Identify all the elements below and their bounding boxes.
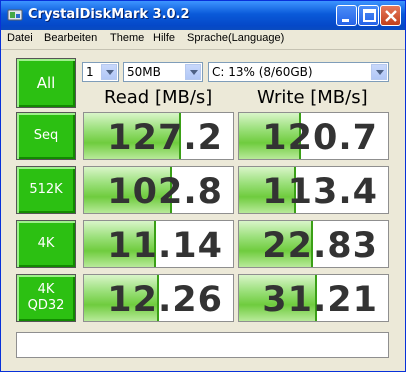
maximize-button[interactable]: [358, 5, 379, 26]
count-value: 1: [86, 65, 94, 79]
write-header: Write [MB/s]: [257, 87, 368, 108]
minimize-icon: [342, 19, 349, 22]
menu-sprache[interactable]: Sprache(Language): [187, 32, 284, 44]
4k-write-cell: 22.83: [238, 220, 389, 268]
4k-qd32-read-cell: 12.26: [83, 274, 234, 322]
seq-button[interactable]: Seq: [16, 112, 76, 160]
4k-read-cell: 11.14: [83, 220, 234, 268]
menu-bar: Datei Bearbeiten Theme Hilfe Sprache(Lan…: [1, 30, 405, 50]
close-button[interactable]: [380, 5, 401, 26]
512k-read-cell: 102.8: [83, 166, 234, 214]
chevron-down-icon[interactable]: [101, 64, 117, 80]
title-bar[interactable]: CrystalDiskMark 3.0.2: [1, 1, 405, 31]
minimize-button[interactable]: [336, 5, 357, 26]
4k-write-value: 22.83: [262, 226, 378, 266]
4k-qd32-read-value: 12.26: [107, 280, 223, 320]
count-select[interactable]: 1: [82, 62, 119, 82]
seq-read-value: 127.2: [107, 118, 223, 158]
drive-select[interactable]: C: 13% (8/60GB): [208, 62, 389, 82]
seq-read-cell: 127.2: [83, 112, 234, 160]
4k-qd32-write-cell: 31.21: [238, 274, 389, 322]
row-label: 512K: [29, 182, 63, 197]
seq-write-value: 120.7: [262, 118, 378, 158]
drive-value: C: 13% (8/60GB): [212, 65, 313, 79]
row-sublabel: QD32: [27, 298, 65, 313]
512k-button[interactable]: 512K: [16, 166, 76, 214]
4k-qd32-write-value: 31.21: [262, 280, 378, 320]
all-button[interactable]: All: [16, 58, 76, 108]
size-select[interactable]: 50MB: [123, 62, 203, 82]
seq-write-cell: 120.7: [238, 112, 389, 160]
4k-read-value: 11.14: [107, 226, 223, 266]
menu-hilfe[interactable]: Hilfe: [153, 32, 175, 44]
menu-theme[interactable]: Theme: [110, 32, 144, 44]
window-title: CrystalDiskMark 3.0.2: [28, 7, 190, 22]
status-box: [16, 332, 389, 358]
menu-bearbeiten[interactable]: Bearbeiten: [44, 32, 97, 44]
app-window: CrystalDiskMark 3.0.2 Datei Bearbeiten T…: [0, 0, 406, 372]
row-label: 4K: [37, 236, 55, 251]
menu-datei[interactable]: Datei: [7, 32, 33, 44]
512k-write-cell: 113.4: [238, 166, 389, 214]
4k-qd32-button[interactable]: 4K QD32: [16, 274, 76, 322]
512k-write-value: 113.4: [262, 172, 378, 212]
app-icon: [7, 9, 23, 21]
4k-button[interactable]: 4K: [16, 220, 76, 268]
512k-read-value: 102.8: [107, 172, 223, 212]
size-value: 50MB: [127, 65, 161, 79]
close-icon: [385, 10, 397, 22]
maximize-icon: [363, 9, 376, 22]
row-label: 4K: [37, 282, 55, 297]
read-header: Read [MB/s]: [104, 87, 213, 108]
chevron-down-icon[interactable]: [185, 64, 201, 80]
row-label: Seq: [33, 128, 59, 143]
chevron-down-icon[interactable]: [371, 64, 387, 80]
